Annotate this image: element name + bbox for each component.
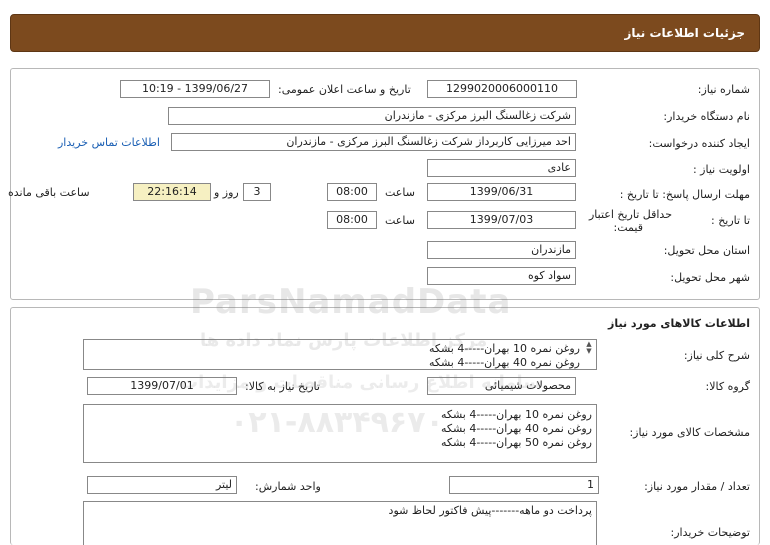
announce-datetime-field: 1399/06/27 - 10:19 — [120, 80, 270, 98]
validity-time-field: 08:00 — [327, 211, 377, 229]
requester-field: احد میرزایی کاربرداز شرکت زغالسنگ البرز … — [171, 133, 576, 151]
priority-label: اولویت نیاز : — [692, 163, 750, 176]
validity-label-line2: قیمت: — [613, 221, 643, 234]
buyer-org-label: نام دستگاه خریدار: — [663, 110, 750, 123]
priority-field: عادی — [427, 159, 576, 177]
goods-group-label: گروه کالا: — [705, 380, 750, 393]
requester-label: ایجاد کننده درخواست: — [648, 137, 750, 150]
page-title: جزئیات اطلاعات نیاز — [624, 26, 745, 40]
watermark-brand: ParsNamadData — [190, 282, 512, 322]
page-header: جزئیات اطلاعات نیاز — [10, 14, 760, 52]
remaining-label: ساعت باقی مانده — [8, 186, 90, 199]
specs-label: مشخصات کالای مورد نیاز: — [629, 426, 750, 439]
reply-time-label: ساعت — [385, 186, 415, 199]
scroll-down-icon[interactable]: ▼ — [584, 348, 594, 355]
unit-label: واحد شمارش: — [255, 480, 321, 493]
remaining-time-field: 22:16:14 — [133, 183, 211, 201]
reply-date-field: 1399/06/31 — [427, 183, 576, 201]
buyer-contact-link[interactable]: اطلاعات تماس خریدار — [58, 136, 160, 149]
days-label: روز و — [214, 186, 239, 199]
quantity-field: 1 — [449, 476, 599, 494]
province-field: مازندران — [427, 241, 576, 259]
remaining-days-field: 3 — [243, 183, 271, 201]
watermark-line2: سامانه اطلاع رسانی مناقصات و مزایدات — [180, 372, 541, 393]
reply-deadline-label: مهلت ارسال پاسخ: تا تاریخ : — [619, 188, 750, 201]
need-number-label: شماره نیاز: — [697, 83, 750, 96]
buyer-notes-label: توضیحات خریدار: — [670, 526, 751, 539]
summary-scroll-arrows[interactable]: ▲ ▼ — [584, 341, 594, 355]
validity-time-label: ساعت — [385, 214, 415, 227]
reply-time-field: 08:00 — [327, 183, 377, 201]
buyer-org-field: شرکت زغالسنگ البرز مرکزی - مازندران — [168, 107, 576, 125]
need-info-panel — [10, 68, 760, 300]
announce-datetime-label: تاریخ و ساعت اعلان عمومی: — [278, 83, 411, 96]
buyer-notes-text: پرداخت دو ماهه-------پیش فاکتور لحاظ شود — [388, 504, 592, 517]
goods-section-title: اطلاعات کالاهای مورد نیاز — [608, 317, 750, 330]
validity-to-label: تا تاریخ : — [711, 214, 750, 227]
province-label: استان محل تحویل: — [663, 244, 750, 257]
validity-date-field: 1399/07/03 — [427, 211, 576, 229]
quantity-label: تعداد / مقدار مورد نیاز: — [644, 480, 750, 493]
summary-line: روغن نمره 40 بهران-----4 بشکه — [428, 356, 580, 369]
buyer-notes-field: پرداخت دو ماهه-------پیش فاکتور لحاظ شود — [83, 501, 597, 545]
summary-label: شرح کلی نیاز: — [683, 349, 750, 362]
watermark-phone: ۰۲۱-۸۸۳۴۹۶۷۰ — [230, 405, 444, 440]
watermark-line1: مرکز اطلاعات پارس نماد داده ها — [200, 330, 488, 351]
city-label: شهر محل تحویل: — [670, 271, 750, 284]
validity-label-line1: حداقل تاریخ اعتبار — [588, 208, 672, 221]
need-number-field: 1299020006000110 — [427, 80, 577, 98]
unit-field: لیتر — [87, 476, 237, 494]
